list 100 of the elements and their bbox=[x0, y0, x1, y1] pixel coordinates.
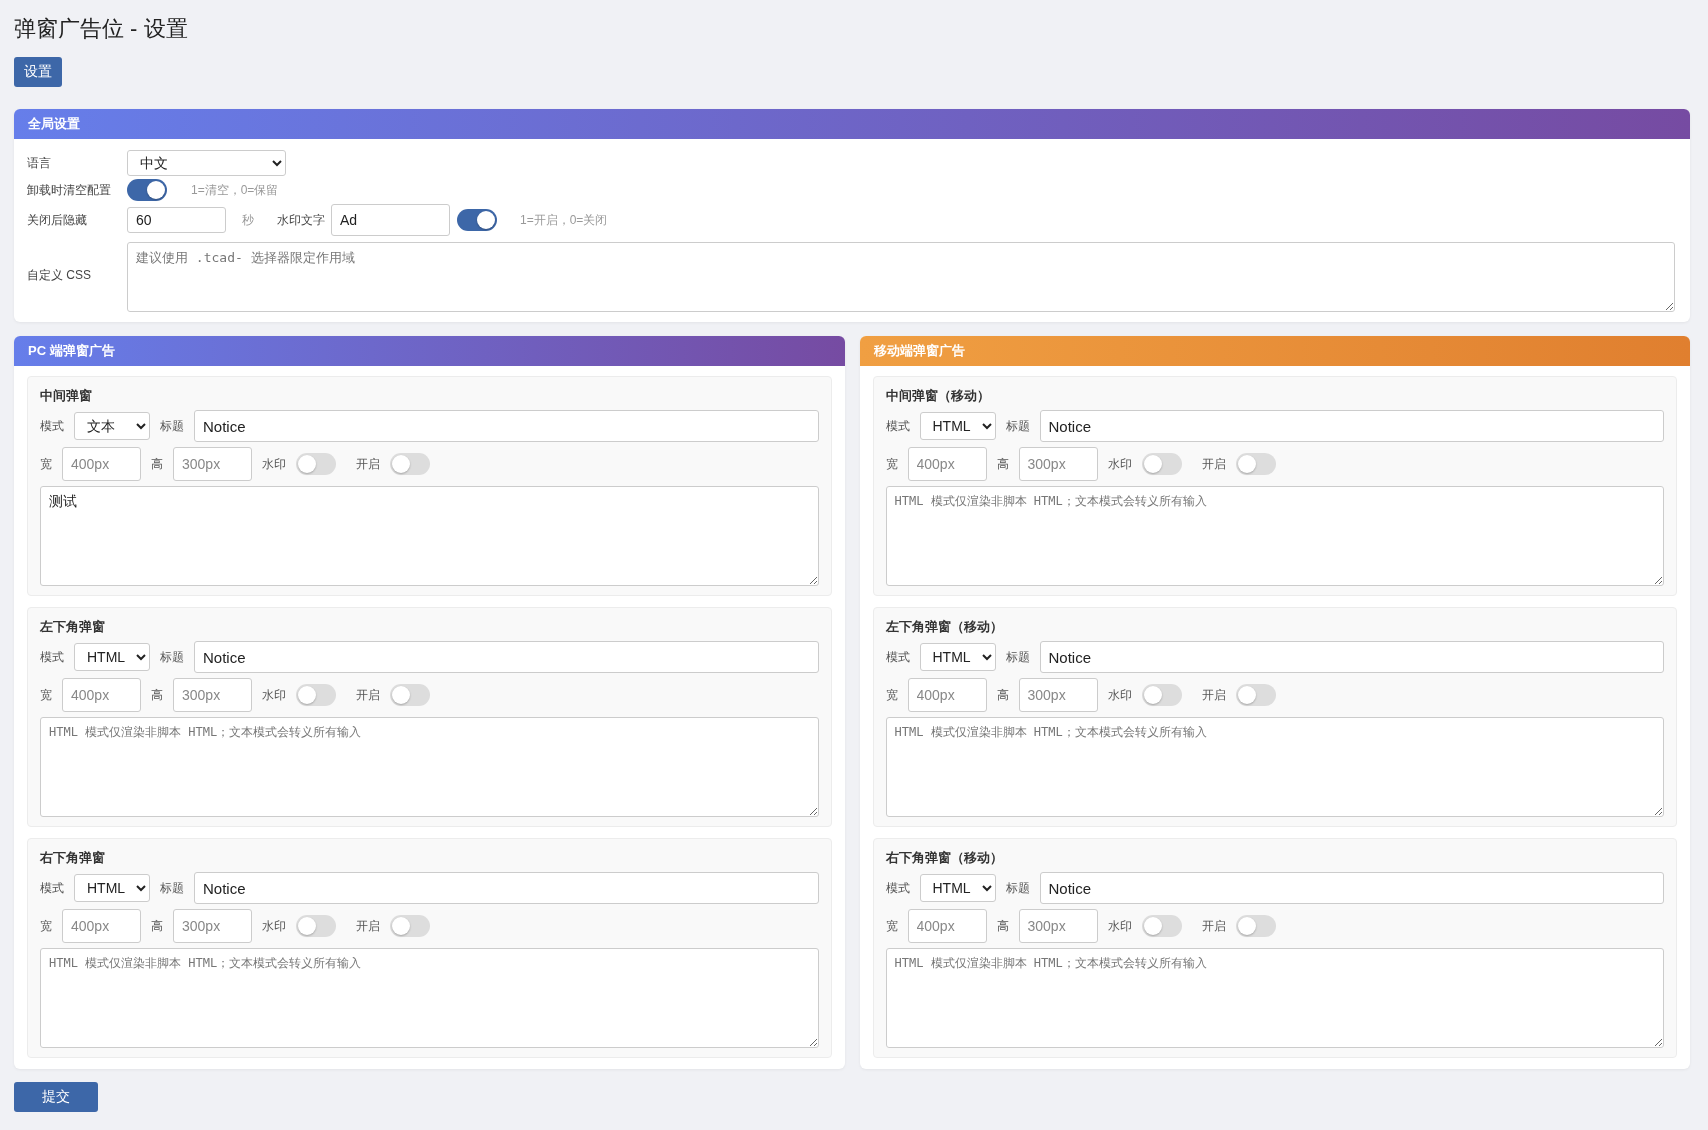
field-label: 水印 bbox=[262, 917, 286, 935]
mode-select[interactable]: HTML bbox=[74, 874, 150, 902]
field-label: 模式 bbox=[885, 879, 910, 897]
toggle-switch[interactable] bbox=[390, 915, 430, 937]
field-label: 宽 bbox=[40, 686, 52, 704]
popup-title: 中间弹窗（移动） bbox=[885, 387, 991, 405]
field-label: 模式 bbox=[885, 648, 910, 666]
mode-select[interactable]: 文本 bbox=[74, 412, 150, 440]
toggle-switch[interactable] bbox=[1141, 915, 1182, 937]
field-label: 开启 bbox=[1201, 455, 1226, 473]
title-input[interactable]: Notice bbox=[194, 410, 819, 442]
width-input[interactable]: 400px bbox=[62, 909, 141, 943]
toggle-switch[interactable] bbox=[1141, 684, 1182, 706]
title-input[interactable]: Notice bbox=[194, 641, 819, 673]
submit-button[interactable]: 提交 bbox=[14, 1082, 98, 1112]
toggle-switch[interactable] bbox=[296, 453, 336, 475]
popup-title: 右下角弹窗 bbox=[40, 849, 106, 867]
field-label: 开启 bbox=[1201, 917, 1226, 935]
field-label: 高 bbox=[996, 686, 1009, 704]
field-label: 高 bbox=[996, 917, 1009, 935]
css-textarea[interactable]: 建议使用 .tcad- 选择器限定作用域 bbox=[127, 242, 1675, 312]
height-input[interactable]: 300px bbox=[1018, 447, 1098, 481]
field-label: 开启 bbox=[356, 686, 380, 704]
mode-select[interactable]: HTML bbox=[919, 874, 996, 902]
field-label: 开启 bbox=[356, 917, 380, 935]
watermark-text-input[interactable]: Ad bbox=[331, 204, 450, 236]
height-input[interactable]: 300px bbox=[173, 678, 252, 712]
toggle-switch[interactable] bbox=[1235, 684, 1276, 706]
toggle-switch[interactable] bbox=[457, 209, 497, 231]
title-input[interactable]: Notice bbox=[1039, 641, 1664, 673]
title-input[interactable]: Notice bbox=[1039, 410, 1664, 442]
field-label: 标题 bbox=[1005, 648, 1030, 666]
title-input[interactable]: Notice bbox=[194, 872, 819, 904]
popup-title: 右下角弹窗（移动） bbox=[885, 849, 1004, 867]
field-label: 宽 bbox=[885, 917, 898, 935]
toggle-switch[interactable] bbox=[296, 915, 336, 937]
height-input[interactable]: 300px bbox=[1018, 909, 1098, 943]
language-select[interactable]: 中文 bbox=[127, 150, 286, 176]
mode-select[interactable]: HTML bbox=[74, 643, 150, 671]
width-input[interactable]: 400px bbox=[907, 909, 987, 943]
field-label: 宽 bbox=[40, 455, 52, 473]
card-header: 全局设置 bbox=[14, 109, 1690, 139]
field-label: 水印 bbox=[1107, 686, 1132, 704]
mode-select[interactable]: HTML bbox=[919, 643, 996, 671]
content-textarea[interactable]: HTML 模式仅渲染非脚本 HTML；文本模式会转义所有输入 bbox=[885, 717, 1664, 817]
unit-label: 秒 bbox=[242, 211, 254, 229]
width-input[interactable]: 400px bbox=[62, 447, 141, 481]
popup-title: 左下角弹窗（移动） bbox=[885, 618, 1004, 636]
field-label: 高 bbox=[151, 686, 163, 704]
field-label: 卸载时清空配置 bbox=[27, 181, 112, 199]
field-label: 模式 bbox=[40, 417, 64, 435]
toggle-switch[interactable] bbox=[1141, 453, 1182, 475]
toggle-switch[interactable] bbox=[296, 684, 336, 706]
panel-header: PC 端弹窗广告 bbox=[14, 336, 845, 366]
toggle-switch[interactable] bbox=[1235, 915, 1276, 937]
hint-text: 1=开启，0=关闭 bbox=[520, 211, 608, 229]
toggle-switch[interactable] bbox=[390, 453, 430, 475]
field-label: 语言 bbox=[27, 154, 52, 172]
field-label: 开启 bbox=[356, 455, 380, 473]
field-label: 宽 bbox=[885, 455, 898, 473]
field-label: 标题 bbox=[160, 417, 184, 435]
field-label: 水印 bbox=[1107, 455, 1132, 473]
field-label: 水印文字 bbox=[277, 211, 325, 229]
toggle-switch[interactable] bbox=[1235, 453, 1276, 475]
height-input[interactable]: 300px bbox=[1018, 678, 1098, 712]
width-input[interactable]: 400px bbox=[907, 447, 987, 481]
height-input[interactable]: 300px bbox=[173, 909, 252, 943]
field-label: 关闭后隐藏 bbox=[27, 211, 88, 229]
field-label: 高 bbox=[151, 917, 163, 935]
seconds-input[interactable]: 60 bbox=[127, 207, 226, 233]
settings-tab[interactable]: 设置 bbox=[14, 57, 62, 87]
height-input[interactable]: 300px bbox=[173, 447, 252, 481]
content-textarea[interactable]: HTML 模式仅渲染非脚本 HTML；文本模式会转义所有输入 bbox=[40, 948, 819, 1048]
field-label: 开启 bbox=[1201, 686, 1226, 704]
field-label: 标题 bbox=[160, 879, 184, 897]
panel-header: 移动端弹窗广告 bbox=[859, 336, 1690, 366]
toggle-switch[interactable] bbox=[390, 684, 430, 706]
width-input[interactable]: 400px bbox=[62, 678, 141, 712]
title-input[interactable]: Notice bbox=[1039, 872, 1664, 904]
page-title: 弹窗广告位 - 设置 bbox=[14, 15, 189, 43]
width-input[interactable]: 400px bbox=[907, 678, 987, 712]
content-textarea[interactable]: HTML 模式仅渲染非脚本 HTML；文本模式会转义所有输入 bbox=[40, 717, 819, 817]
field-label: 标题 bbox=[1005, 417, 1030, 435]
field-label: 水印 bbox=[262, 686, 286, 704]
field-label: 水印 bbox=[262, 455, 286, 473]
field-label: 高 bbox=[996, 455, 1009, 473]
mode-select[interactable]: HTML bbox=[919, 412, 996, 440]
field-label: 水印 bbox=[1107, 917, 1132, 935]
field-label: 宽 bbox=[885, 686, 898, 704]
content-textarea[interactable]: HTML 模式仅渲染非脚本 HTML；文本模式会转义所有输入 bbox=[885, 486, 1664, 586]
field-label: 宽 bbox=[40, 917, 52, 935]
toggle-switch[interactable] bbox=[127, 179, 167, 201]
hint-text: 1=清空，0=保留 bbox=[191, 181, 279, 199]
field-label: 模式 bbox=[40, 879, 64, 897]
popup-title: 中间弹窗 bbox=[40, 387, 93, 405]
content-textarea[interactable]: 测试 bbox=[40, 486, 819, 586]
content-textarea[interactable]: HTML 模式仅渲染非脚本 HTML；文本模式会转义所有输入 bbox=[885, 948, 1664, 1048]
popup-title: 左下角弹窗 bbox=[40, 618, 106, 636]
field-label: 标题 bbox=[1005, 879, 1030, 897]
field-label: 自定义 CSS bbox=[27, 267, 92, 284]
